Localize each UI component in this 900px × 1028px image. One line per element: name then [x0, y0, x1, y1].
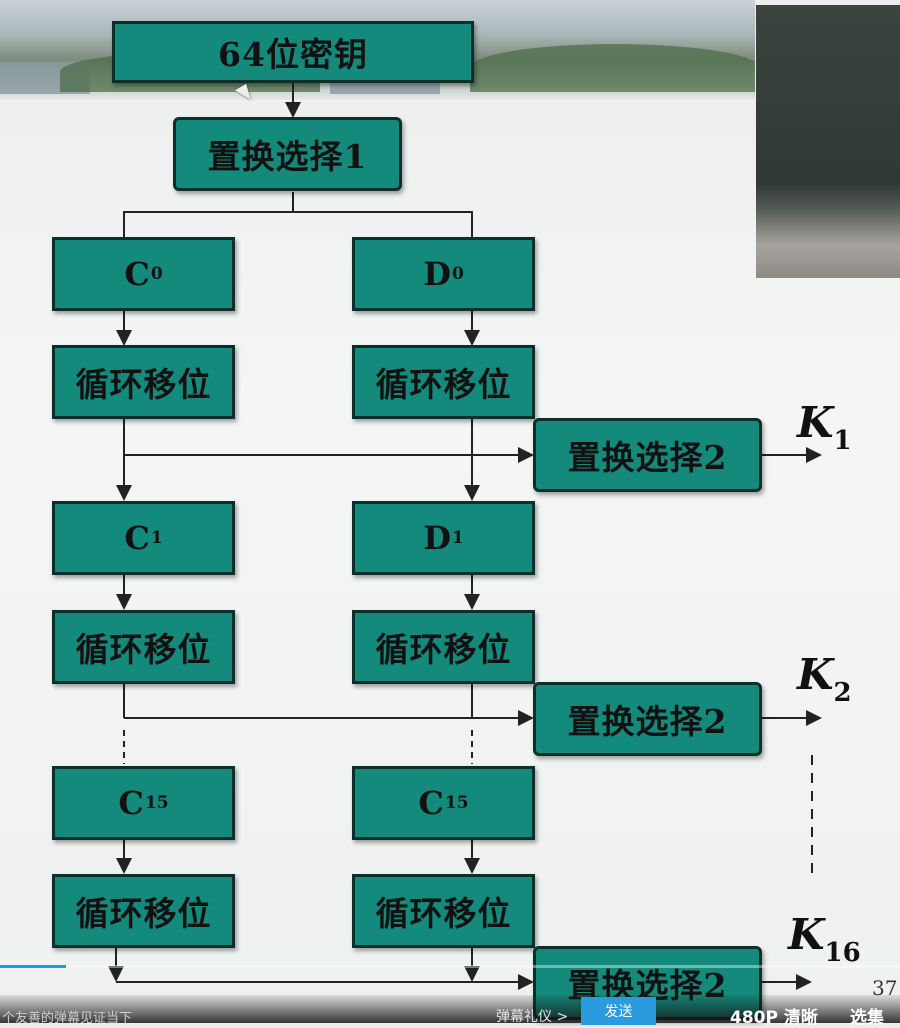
c0-box: C0: [52, 237, 235, 311]
c0-subscript: 0: [150, 264, 163, 284]
d0-subscript: 0: [451, 264, 464, 284]
pc2-box-2: 置换选择2: [533, 682, 762, 756]
pc1-label: 置换选择1: [207, 137, 368, 176]
k2-subscript: 2: [833, 678, 852, 708]
c15-box: C 15: [52, 766, 235, 840]
rotate-d-16-label: 循环移位: [375, 894, 512, 933]
c1-box: C1: [52, 501, 235, 575]
k1-label: K1: [797, 398, 852, 456]
d1-box: D1: [352, 501, 535, 575]
d0-letter: D: [423, 255, 451, 293]
quality-selector[interactable]: 480P 清晰: [730, 1003, 818, 1028]
rotate-d-1-label: 循环移位: [375, 365, 512, 404]
d1-subscript: 1: [451, 528, 464, 548]
progress-bar[interactable]: [0, 965, 66, 968]
pc2-box-1: 置换选择2: [533, 418, 762, 492]
rotate-c-16-box: 循环移位: [52, 874, 235, 948]
c15-letter: C: [118, 784, 144, 822]
progress-track[interactable]: [66, 965, 900, 968]
c15-subscript: 15: [144, 793, 169, 813]
episodes-button[interactable]: 选集: [850, 1003, 884, 1028]
k1-letter: K: [797, 398, 834, 447]
rotate-c-1-box: 循环移位: [52, 345, 235, 419]
d15-box: C 15: [352, 766, 535, 840]
rotate-c-1-label: 循环移位: [75, 365, 212, 404]
c1-letter: C: [124, 519, 150, 557]
player-control-bar: 个友善的弹幕见证当下 弹幕礼仪 > 发送 480P 清晰 选集: [0, 995, 900, 1028]
k16-label: K16: [788, 910, 861, 968]
d0-box: D0: [352, 237, 535, 311]
k16-subscript: 16: [824, 938, 861, 968]
k2-label: K2: [797, 650, 852, 708]
d15-subscript: 15: [444, 793, 469, 813]
rotate-d-2-label: 循环移位: [375, 630, 512, 669]
pc2-label-2: 置换选择2: [567, 702, 728, 741]
send-button[interactable]: 发送: [581, 997, 656, 1025]
rotate-c-16-label: 循环移位: [75, 894, 212, 933]
key-64bit-label: 64位密钥: [218, 35, 368, 74]
rotate-d-2-box: 循环移位: [352, 610, 535, 684]
k2-letter: K: [797, 650, 834, 699]
danmu-etiquette-link[interactable]: 弹幕礼仪 >: [496, 1006, 568, 1026]
k16-letter: K: [788, 910, 825, 959]
c1-subscript: 1: [150, 528, 163, 548]
d15-letter: C: [418, 784, 444, 822]
danmu-input[interactable]: 个友善的弹幕见证当下: [2, 1007, 132, 1026]
rotate-c-2-box: 循环移位: [52, 610, 235, 684]
pc1-box: 置换选择1: [173, 117, 402, 191]
k1-subscript: 1: [833, 426, 852, 456]
pc2-label-1: 置换选择2: [567, 438, 728, 477]
rotate-d-1-box: 循环移位: [352, 345, 535, 419]
rotate-d-16-box: 循环移位: [352, 874, 535, 948]
rotate-c-2-label: 循环移位: [75, 630, 212, 669]
key-64bit-box: 64位密钥: [112, 21, 474, 83]
d1-letter: D: [423, 519, 451, 557]
c0-letter: C: [124, 255, 150, 293]
